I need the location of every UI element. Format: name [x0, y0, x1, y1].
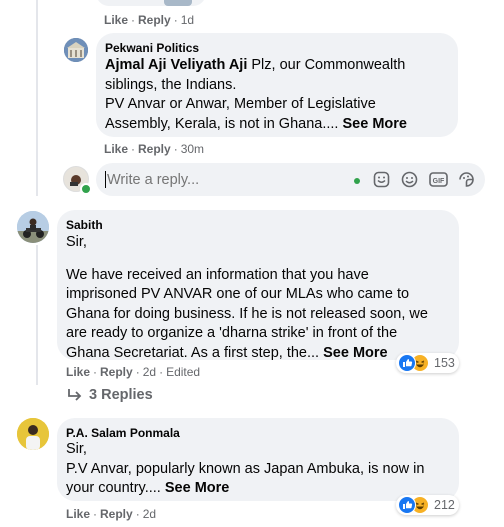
comment-meta: Like · Reply · 2d · Edited [66, 365, 201, 379]
replies-count-label: 3 Replies [89, 387, 153, 403]
user-photo-icon [17, 418, 49, 450]
gif-icon[interactable]: GIF [429, 171, 448, 188]
comment-text: Sir, We have received an information tha… [66, 233, 461, 363]
comment-author[interactable]: Pekwani Politics [105, 41, 199, 56]
timestamp[interactable]: 30m [181, 142, 204, 156]
comment-greeting: Sir, [66, 234, 87, 250]
timestamp[interactable]: 1d [181, 13, 194, 27]
comment-line: P.V Anvar, popularly known as Japan Ambu… [66, 460, 425, 477]
mention-link[interactable]: Ajmal Aji Veliyath Aji [105, 57, 247, 73]
like-button[interactable]: Like [66, 507, 90, 521]
comment-bubble: Sabith Sir, We have received an informat… [57, 210, 461, 363]
comment-line: imprisoned PV ANVAR one of our MLAs who … [66, 286, 410, 302]
comment-line: siblings, the Indians. [105, 76, 237, 93]
reply-button[interactable]: Reply [138, 142, 171, 156]
reaction-count: 153 [434, 356, 455, 370]
like-button[interactable]: Like [66, 365, 90, 379]
reply-button[interactable]: Reply [138, 13, 171, 27]
comment-line: are ready to organize a 'dharna strike' … [66, 325, 398, 341]
avatar[interactable] [17, 211, 49, 243]
comment-author[interactable]: P.A. Salam Ponmala [66, 426, 180, 441]
building-icon [64, 38, 88, 62]
comment-line: Plz, our Commonwealth [247, 57, 406, 73]
like-button[interactable]: Like [104, 142, 128, 156]
reply-bubble: Pekwani Politics Ajmal Aji Veliyath Aji … [96, 33, 458, 137]
thread-line-comment1 [36, 245, 38, 385]
avatar[interactable] [64, 38, 88, 62]
like-reaction-icon [398, 496, 416, 514]
text-caret [105, 171, 106, 188]
timestamp[interactable]: 2d [143, 507, 156, 521]
reply-button[interactable]: Reply [100, 365, 133, 379]
reaction-summary[interactable]: 212 [396, 495, 459, 515]
reply-input-box[interactable]: GIF [96, 163, 485, 196]
previous-comment-meta: Like · Reply · 1d [104, 13, 195, 27]
edited-label: Edited [166, 365, 201, 379]
reply-arrow-icon [68, 389, 82, 401]
comment-line: your country.... [66, 480, 161, 496]
reply-input[interactable] [107, 170, 327, 190]
previous-comment-bubble [96, 0, 206, 6]
comment-text: Ajmal Aji Veliyath Aji Plz, our Commonwe… [105, 56, 455, 134]
comment-line: Assembly, Kerala, is not in Ghana.... [105, 115, 339, 132]
comment-line: Ghana Secretariat. As a first step, the.… [66, 344, 320, 361]
see-more-link[interactable]: See More [165, 480, 229, 496]
emoji-icon[interactable] [401, 171, 418, 188]
reply-meta: Like · Reply · 30m [104, 142, 205, 156]
online-status-dot [80, 183, 92, 195]
timestamp[interactable]: 2d [143, 365, 156, 379]
comment-text: Sir, P.V Anvar, popularly known as Japan… [66, 440, 461, 499]
see-more-link[interactable]: See More [342, 116, 406, 132]
reaction-count: 212 [434, 498, 455, 512]
typing-indicator-dot [354, 178, 360, 184]
avatar[interactable] [17, 418, 49, 450]
see-more-link[interactable]: See More [323, 345, 387, 361]
comment-line: We have received an information that you… [66, 266, 369, 283]
view-replies-button[interactable]: 3 Replies [67, 387, 153, 403]
comment-greeting: Sir, [66, 441, 87, 457]
thread-line [36, 0, 38, 196]
motorbike-photo-icon [17, 211, 49, 243]
sticker-face-icon[interactable] [458, 171, 475, 188]
sticker-icon[interactable] [373, 171, 390, 188]
comment-line: PV Anvar or Anwar, Member of Legislative [105, 96, 376, 112]
comment-bubble: P.A. Salam Ponmala Sir, P.V Anvar, popul… [57, 418, 459, 501]
comment-author[interactable]: Sabith [66, 218, 103, 233]
previous-comment-image [164, 0, 192, 6]
reply-button[interactable]: Reply [100, 507, 133, 521]
comment-line: Ghana for doing business. If he is not r… [66, 305, 428, 322]
svg-text:GIF: GIF [433, 178, 445, 185]
comment-meta: Like · Reply · 2d [66, 507, 157, 521]
reaction-summary[interactable]: 153 [396, 353, 459, 373]
like-reaction-icon [398, 354, 416, 372]
like-button[interactable]: Like [104, 13, 128, 27]
